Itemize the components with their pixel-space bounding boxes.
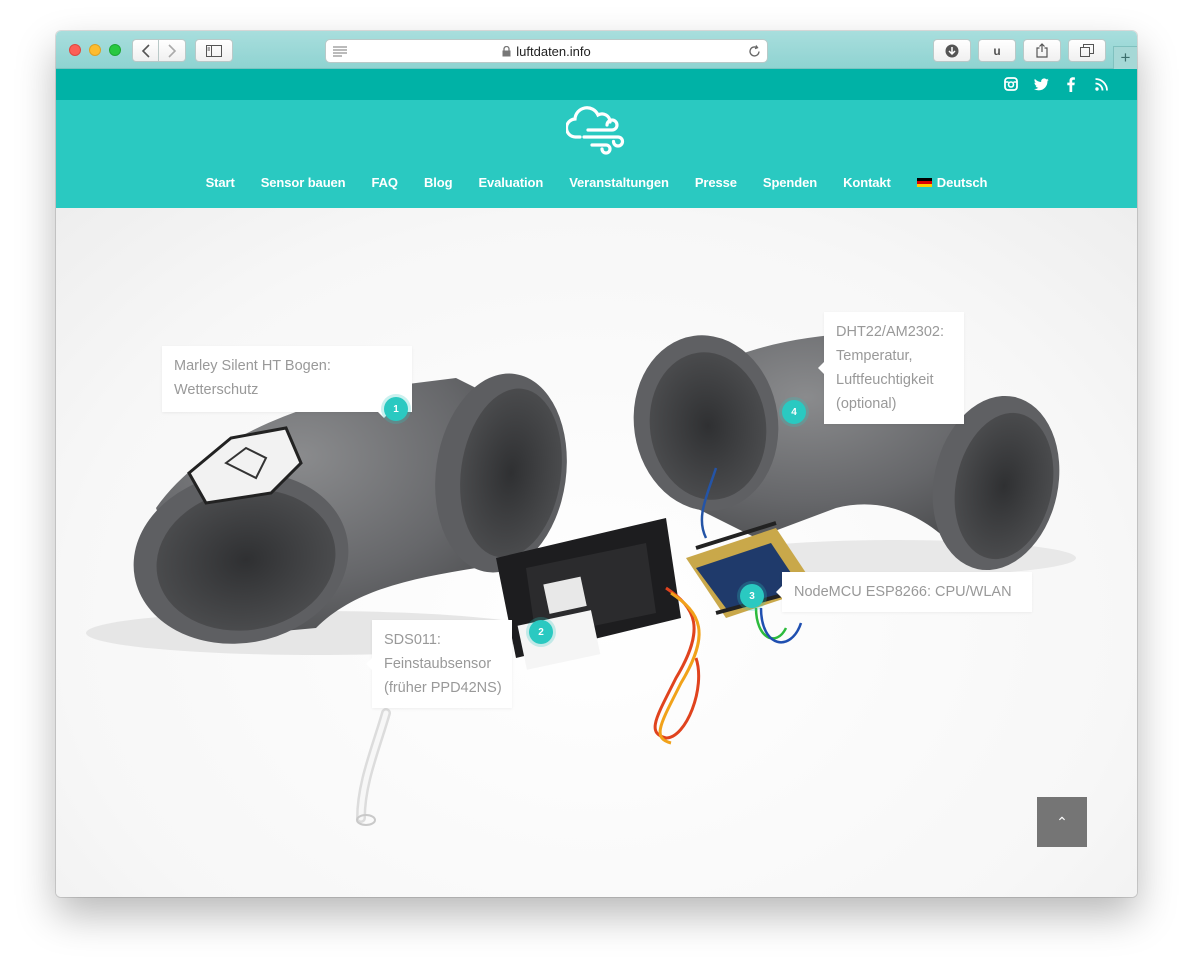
hotspot-4-tooltip: DHT22/AM2302: Temperatur, Luftfeuchtigke… bbox=[818, 312, 964, 424]
nav-blog[interactable]: Blog bbox=[411, 175, 465, 190]
browser-window: luftdaten.info u + Start Sensor bauen FA… bbox=[56, 31, 1137, 897]
nav-spenden[interactable]: Spenden bbox=[750, 175, 830, 190]
nav-start[interactable]: Start bbox=[193, 175, 248, 190]
tooltip-line: Feinstaubsensor bbox=[384, 656, 492, 672]
tooltip-line: Temperatur, bbox=[836, 348, 913, 364]
url-text: luftdaten.info bbox=[516, 43, 591, 59]
tooltip-line: (optional) bbox=[836, 396, 897, 412]
german-flag-icon bbox=[916, 177, 932, 188]
minimize-window-button[interactable] bbox=[89, 44, 101, 56]
share-button[interactable] bbox=[1023, 39, 1061, 62]
extension-button[interactable]: u bbox=[978, 39, 1016, 62]
hotspot-3-tooltip: NodeMCU ESP8266: CPU/WLAN bbox=[776, 572, 1032, 612]
lock-icon bbox=[502, 45, 511, 56]
social-links bbox=[1003, 75, 1109, 93]
tabs-icon bbox=[1080, 44, 1094, 57]
main-navigation: Start Sensor bauen FAQ Blog Evaluation V… bbox=[56, 175, 1137, 190]
new-tab-button[interactable]: + bbox=[1113, 46, 1137, 69]
close-window-button[interactable] bbox=[69, 44, 81, 56]
tooltip-line: Marley Silent HT Bogen: bbox=[174, 358, 331, 374]
hero-image: Marley Silent HT Bogen: Wetterschutz 1 D… bbox=[56, 208, 1137, 897]
nav-kontakt[interactable]: Kontakt bbox=[830, 175, 904, 190]
social-bar bbox=[56, 69, 1137, 100]
twitter-icon[interactable] bbox=[1033, 75, 1049, 93]
facebook-icon[interactable] bbox=[1063, 75, 1079, 93]
hotspot-1-tooltip: Marley Silent HT Bogen: Wetterschutz bbox=[162, 346, 412, 418]
share-icon bbox=[1036, 43, 1048, 58]
browser-toolbar: luftdaten.info u + bbox=[56, 31, 1137, 69]
nav-sensor-bauen[interactable]: Sensor bauen bbox=[248, 175, 359, 190]
tooltip-line: SDS011: bbox=[384, 632, 441, 648]
new-tab-icon: + bbox=[1120, 48, 1131, 67]
download-icon bbox=[945, 44, 959, 57]
chevron-up-icon: ⌃ bbox=[1056, 813, 1068, 830]
nav-faq[interactable]: FAQ bbox=[359, 175, 411, 190]
history-nav bbox=[132, 39, 186, 62]
sidebar-icon bbox=[206, 44, 222, 57]
tooltip-line: NodeMCU ESP8266: CPU/WLAN bbox=[794, 584, 1012, 600]
hotspot-number: 3 bbox=[749, 590, 755, 602]
address-bar[interactable]: luftdaten.info bbox=[325, 39, 768, 63]
downloads-button[interactable] bbox=[933, 39, 971, 62]
hotspot-number: 4 bbox=[791, 406, 797, 418]
nav-language-switch[interactable]: Deutsch bbox=[904, 175, 1001, 190]
nav-presse[interactable]: Presse bbox=[682, 175, 750, 190]
hotspot-2[interactable]: 2 bbox=[529, 620, 553, 644]
scroll-to-top-button[interactable]: ⌃ bbox=[1037, 797, 1087, 847]
sidebar-button[interactable] bbox=[195, 39, 233, 62]
reload-icon[interactable] bbox=[748, 45, 761, 58]
site-header: Start Sensor bauen FAQ Blog Evaluation V… bbox=[56, 100, 1137, 208]
url-display: luftdaten.info bbox=[326, 40, 767, 62]
hotspot-2-tooltip: SDS011: Feinstaubsensor (früher PPD42NS) bbox=[366, 620, 512, 708]
tabs-button[interactable] bbox=[1068, 39, 1106, 62]
hotspot-1[interactable]: 1 bbox=[384, 397, 408, 421]
back-button[interactable] bbox=[132, 39, 159, 62]
tooltip-line: DHT22/AM2302: bbox=[836, 324, 944, 340]
tooltip-line: Luftfeuchtigkeit bbox=[836, 372, 934, 388]
forward-button[interactable] bbox=[159, 39, 186, 62]
sensor-photo bbox=[86, 333, 1076, 826]
hotspot-number: 2 bbox=[538, 626, 544, 638]
zoom-window-button[interactable] bbox=[109, 44, 121, 56]
tooltip-line: (früher PPD42NS) bbox=[384, 680, 502, 696]
hotspot-4[interactable]: 4 bbox=[782, 400, 806, 424]
instagram-icon[interactable] bbox=[1003, 75, 1019, 93]
rss-icon[interactable] bbox=[1093, 75, 1109, 93]
nav-veranstaltungen[interactable]: Veranstaltungen bbox=[556, 175, 682, 190]
hotspot-number: 1 bbox=[393, 403, 399, 415]
luftdaten-logo-icon[interactable] bbox=[566, 104, 628, 156]
back-icon bbox=[141, 43, 150, 58]
hotspot-3[interactable]: 3 bbox=[740, 584, 764, 608]
tooltip-line: Wetterschutz bbox=[174, 382, 259, 398]
language-label: Deutsch bbox=[936, 175, 988, 190]
extension-u-icon: u bbox=[993, 43, 1001, 58]
forward-icon bbox=[168, 43, 177, 58]
nav-evaluation[interactable]: Evaluation bbox=[465, 175, 556, 190]
